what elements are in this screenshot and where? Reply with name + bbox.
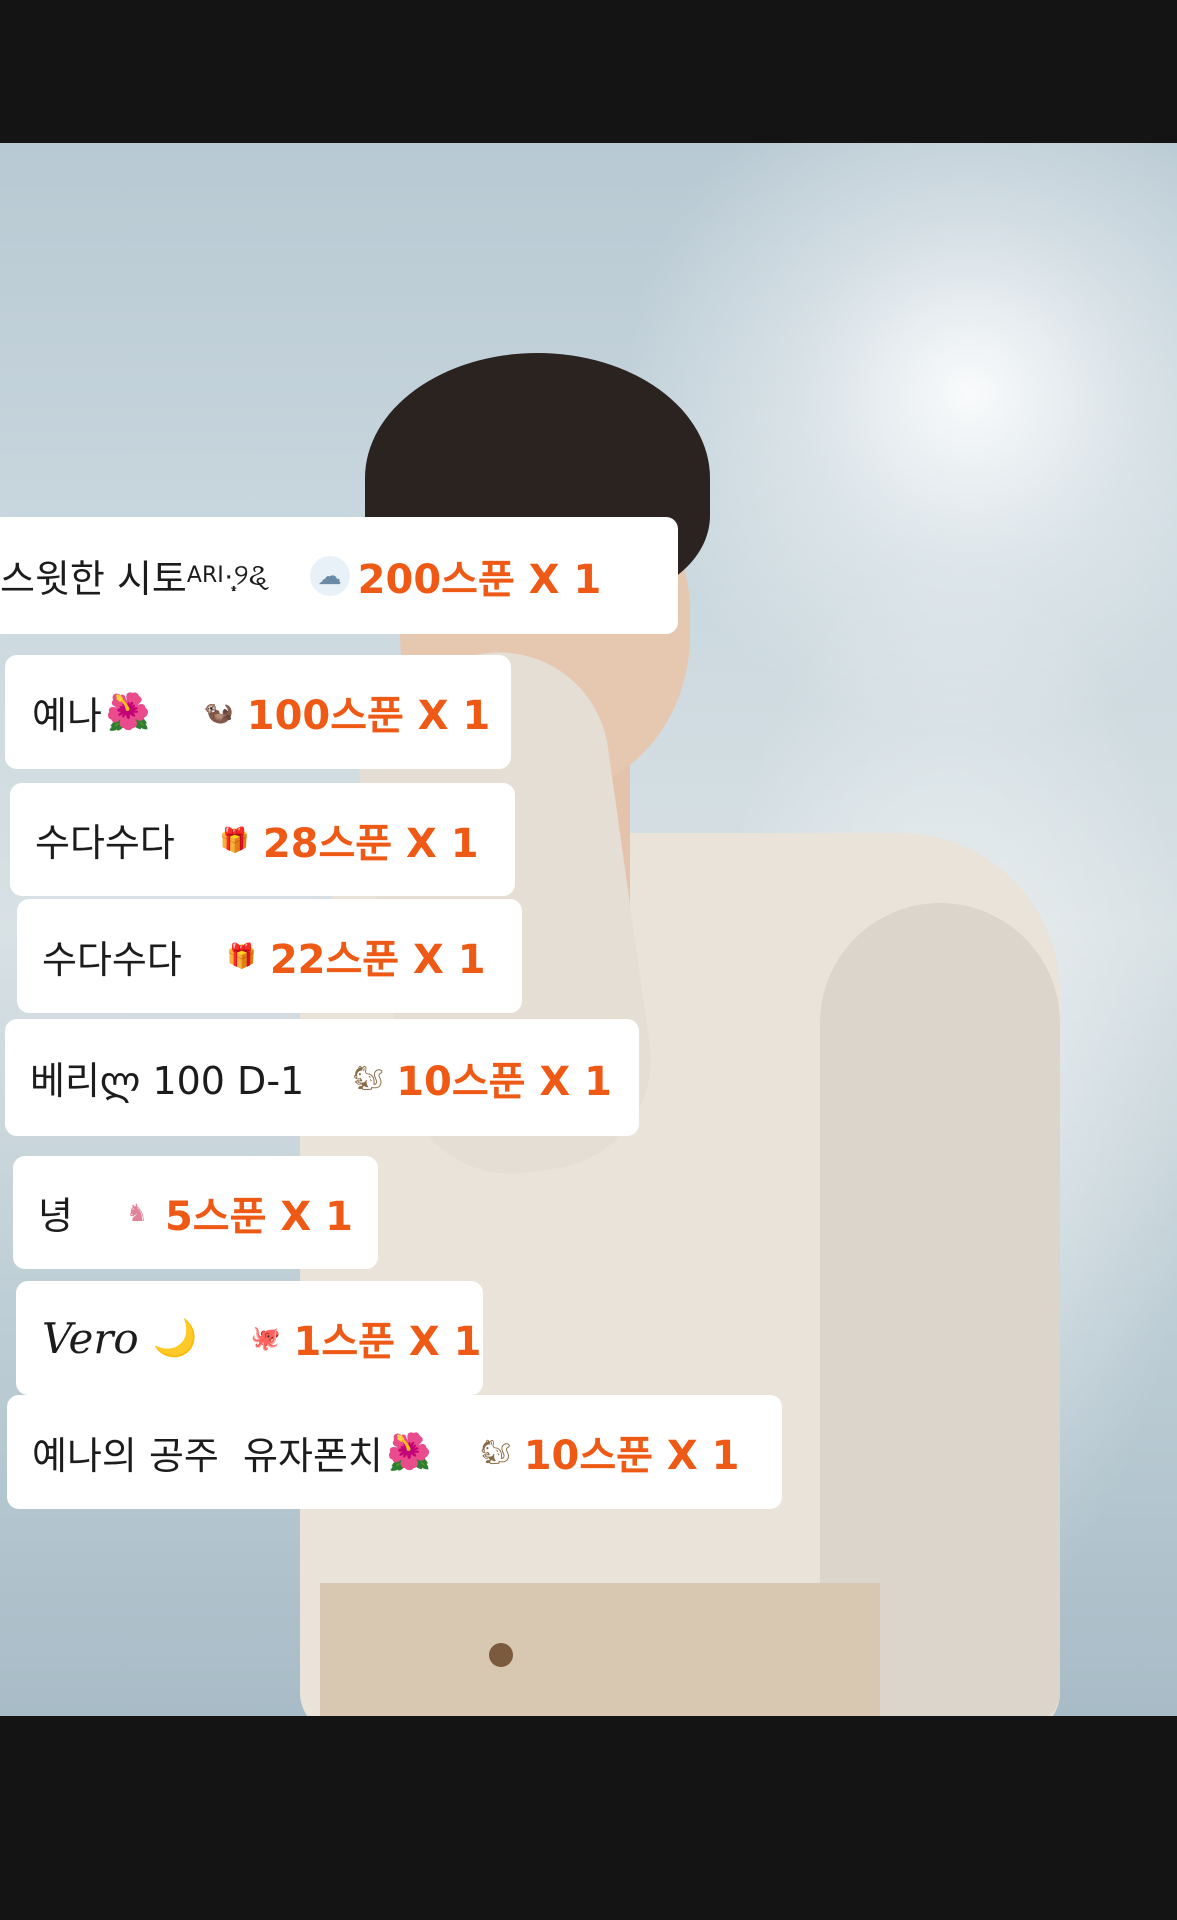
donation-row: 예나의 공주 유자폰치 🌺 🐿 10스푼 X 1 [7, 1395, 782, 1509]
donor-name: 예나 [32, 693, 102, 738]
octopus-icon: 🐙 [250, 1324, 281, 1352]
donation-row: 스윗한 시토 ARI ·̩͙୨ୡ ☁ 200스푼 X 1 [0, 517, 678, 634]
donation-amount: 200스푼 X 1 [357, 556, 602, 603]
donation-row: 베리ლ 100 D-1 🐿 10스푼 X 1 [5, 1019, 639, 1136]
donor-name: 스윗한 시토 [0, 557, 187, 601]
donation-row: Vero 🌙 🐙 1스푼 X 1 [16, 1281, 483, 1395]
donation-row: 예나 🌺 🦦 100스푼 X 1 [5, 655, 511, 769]
donation-amount: 100스푼 X 1 [246, 693, 491, 739]
crescent-moon-icon: 🌙 [152, 1318, 198, 1359]
donation-amount: 5스푼 X 1 [164, 1193, 353, 1240]
donation-row: 수다수다 🎁 22스푼 X 1 [17, 899, 522, 1013]
person-pants [320, 1583, 880, 1716]
donation-amount: 28스푼 X 1 [262, 820, 479, 867]
squirrel-icon: 🐿 [480, 1438, 511, 1466]
donation-row: 녕 ♞ 5스푼 X 1 [13, 1156, 378, 1269]
donation-amount: 10스푼 X 1 [523, 1433, 740, 1479]
donor-name: 수다수다 [35, 821, 175, 865]
sea-otter-icon: 🦦 [203, 698, 234, 726]
gift-boxes-icon: 🎁 [219, 825, 250, 854]
hibiscus-icon: 🌺 [386, 1432, 432, 1473]
bottom-black-bar [0, 1716, 1177, 1920]
hibiscus-icon: 🌺 [105, 692, 151, 733]
donor-name-superscript: ARI [186, 563, 224, 588]
donor-name: Vero [42, 1313, 139, 1363]
donor-name: 수다수다 [42, 937, 182, 982]
seahorse-icon: ♞ [126, 1198, 148, 1227]
gift-boxes-icon: 🎁 [226, 942, 257, 970]
pants-button [489, 1643, 513, 1667]
donation-amount: 1스푼 X 1 [293, 1319, 482, 1365]
donation-amount: 22스푼 X 1 [269, 937, 486, 983]
donor-name-suffix: ·̩͙୨ୡ [223, 558, 270, 593]
squirrel-icon: 🐿 [352, 1063, 384, 1092]
donor-name: 녕 [38, 1194, 73, 1238]
donation-amount: 10스푼 X 1 [396, 1058, 613, 1105]
donor-name: 예나의 공주 유자폰치 [32, 1433, 383, 1478]
donor-name: 베리ლ 100 D-1 [30, 1059, 305, 1103]
cloud-bird-icon: ☁ [309, 555, 350, 596]
top-black-bar [0, 0, 1177, 143]
donation-row: 수다수다 🎁 28스푼 X 1 [10, 783, 515, 896]
